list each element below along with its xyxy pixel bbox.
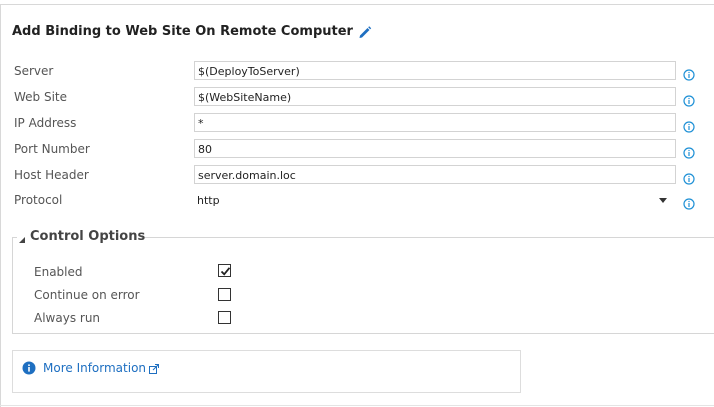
always-run-checkbox[interactable] bbox=[218, 311, 231, 324]
protocol-selected-value: http bbox=[197, 194, 220, 207]
web-site-info-icon[interactable] bbox=[683, 92, 695, 107]
enabled-checkbox[interactable] bbox=[218, 264, 231, 277]
ip-address-info-icon[interactable] bbox=[683, 118, 695, 133]
host-header-label: Host Header bbox=[14, 168, 89, 182]
section-border-top bbox=[141, 237, 714, 238]
frame-bottom-border bbox=[0, 405, 714, 406]
web-site-label: Web Site bbox=[14, 90, 68, 104]
protocol-info-icon[interactable] bbox=[683, 195, 695, 210]
edit-pencil-icon[interactable] bbox=[358, 25, 372, 39]
ip-address-input[interactable]: * bbox=[194, 113, 676, 132]
always-run-label: Always run bbox=[34, 311, 101, 325]
continue-on-error-label: Continue on error bbox=[34, 288, 140, 302]
host-header-input[interactable]: server.domain.loc bbox=[194, 165, 676, 184]
more-information-link[interactable]: More Information bbox=[22, 361, 160, 375]
web-site-input[interactable]: $(WebSiteName) bbox=[194, 87, 676, 106]
dropdown-caret-icon bbox=[659, 198, 667, 203]
port-number-info-icon[interactable] bbox=[683, 144, 695, 159]
protocol-select[interactable]: http bbox=[194, 191, 676, 210]
checkmark-icon bbox=[220, 267, 231, 276]
control-options-title: Control Options bbox=[30, 229, 146, 244]
task-title-text: Add Binding to Web Site On Remote Comput… bbox=[12, 24, 353, 39]
server-label: Server bbox=[14, 64, 54, 78]
server-input[interactable]: $(DeployToServer) bbox=[194, 61, 676, 80]
task-title: Add Binding to Web Site On Remote Comput… bbox=[12, 24, 372, 39]
collapse-triangle-icon[interactable] bbox=[18, 233, 26, 243]
more-information-text[interactable]: More Information bbox=[43, 361, 146, 375]
enabled-label: Enabled bbox=[34, 265, 83, 279]
protocol-label: Protocol bbox=[14, 193, 63, 207]
host-header-info-icon[interactable] bbox=[683, 170, 695, 185]
frame-left-border bbox=[0, 4, 1, 407]
info-icon bbox=[22, 361, 36, 375]
ip-address-label: IP Address bbox=[14, 116, 77, 130]
frame-top-border bbox=[0, 4, 714, 5]
continue-on-error-checkbox[interactable] bbox=[218, 288, 231, 301]
section-border-left bbox=[12, 237, 13, 334]
server-info-icon[interactable] bbox=[683, 66, 695, 81]
control-options-header[interactable]: Control Options bbox=[18, 229, 145, 244]
external-link-icon bbox=[149, 363, 160, 374]
port-number-label: Port Number bbox=[14, 142, 90, 156]
port-number-input[interactable]: 80 bbox=[194, 139, 676, 158]
section-border-bottom bbox=[12, 333, 714, 334]
